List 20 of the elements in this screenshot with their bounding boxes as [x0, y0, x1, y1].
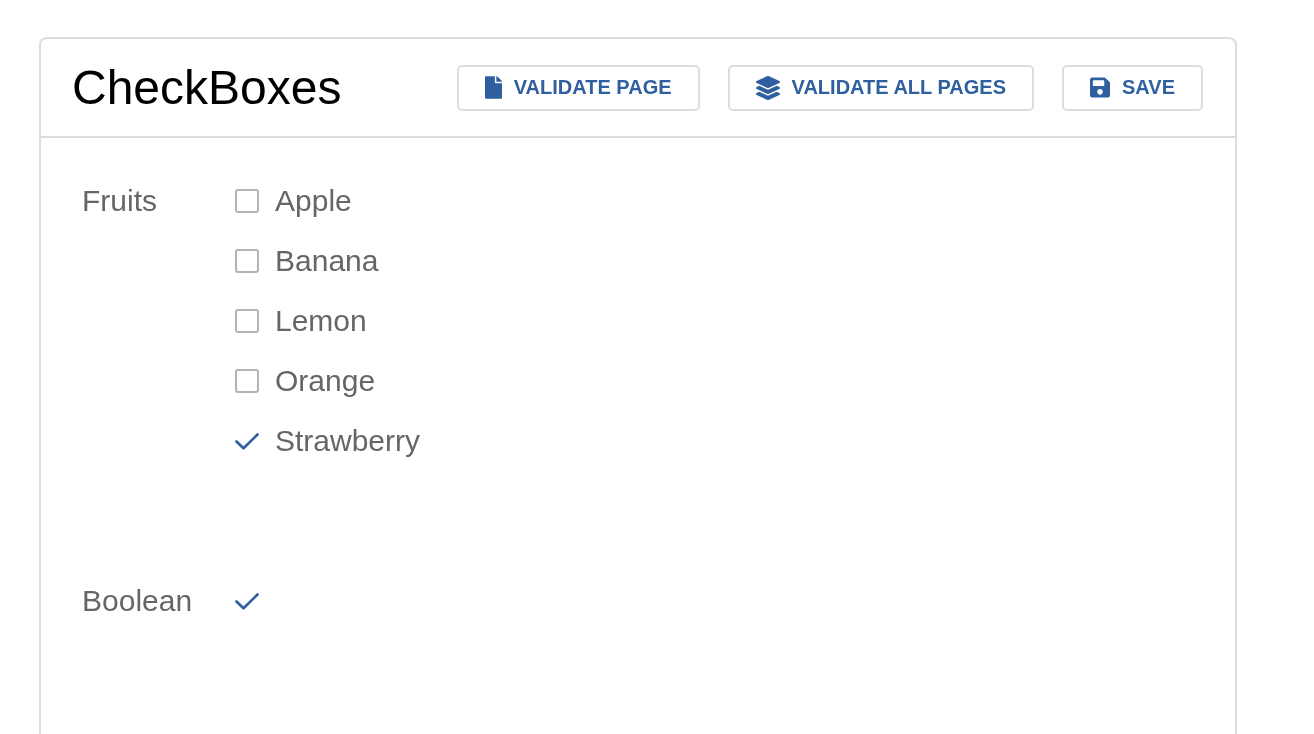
toolbar-button[interactable]: VALIDATE PAGE — [456, 64, 700, 111]
option-label: Lemon — [275, 304, 367, 338]
checkbox[interactable] — [235, 249, 259, 273]
toolbar-button[interactable]: VALIDATE ALL PAGES — [727, 64, 1034, 111]
check-icon[interactable] — [235, 592, 259, 610]
layers-icon — [755, 75, 780, 100]
option-label: Apple — [275, 184, 352, 218]
option-label: Strawberry — [275, 424, 421, 458]
checkbox[interactable] — [235, 189, 259, 213]
checkbox[interactable] — [235, 369, 259, 393]
check-icon[interactable] — [235, 432, 259, 450]
toolbar-button[interactable]: SAVE — [1062, 64, 1203, 111]
save-icon — [1090, 76, 1110, 99]
checkbox[interactable] — [235, 309, 259, 333]
file-icon — [484, 76, 502, 99]
option-label: Banana — [275, 244, 379, 278]
field-label: Fruits — [82, 183, 158, 219]
field-label: Boolean — [82, 583, 194, 619]
option-label: Orange — [275, 364, 376, 398]
page-title: CheckBoxes — [72, 63, 343, 112]
